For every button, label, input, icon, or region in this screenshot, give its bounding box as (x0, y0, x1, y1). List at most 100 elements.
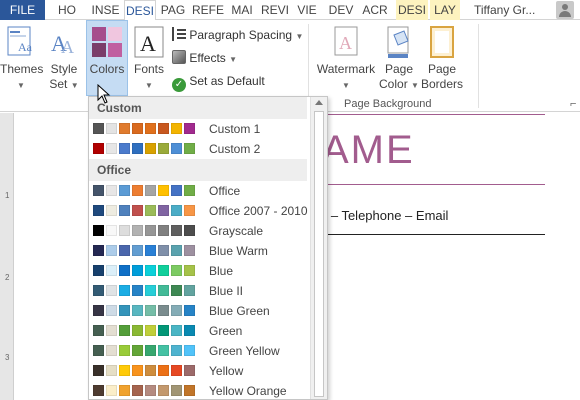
themes-icon: Aa (7, 26, 33, 56)
tab-page-layout[interactable]: PAG (158, 0, 188, 20)
page-borders-label-1: Page (427, 62, 457, 76)
checkmark-icon: ✓ (172, 78, 186, 92)
colors-dropdown: Custom Custom 1 Custom 2 Office Office Office… (88, 96, 328, 400)
color-swatch (158, 305, 169, 316)
color-swatch (171, 265, 182, 276)
document-heading[interactable]: AME (322, 128, 415, 173)
color-swatch (93, 185, 104, 196)
color-scheme-item[interactable]: Office (89, 181, 307, 201)
ruler-mark: 1 (5, 191, 10, 200)
color-swatch (171, 305, 182, 316)
color-swatch (132, 285, 143, 296)
color-scheme-item[interactable]: Blue II (89, 281, 307, 301)
tab-design[interactable]: DESI (124, 0, 156, 21)
chevron-down-icon: ▼ (17, 81, 25, 90)
color-swatch (119, 385, 130, 396)
tab-acrobat[interactable]: ACR (360, 0, 390, 20)
set-as-default-label: Set as Default (189, 74, 265, 88)
style-set-button[interactable]: A A Style Set ▼ (44, 22, 84, 93)
tab-table-design[interactable]: DESI (396, 0, 428, 20)
fonts-button[interactable]: A Fonts ▼ (130, 22, 168, 93)
color-swatch (119, 123, 130, 134)
section-header: Office (89, 159, 307, 181)
color-swatch (171, 205, 182, 216)
color-swatch (158, 143, 169, 154)
color-swatch (119, 245, 130, 256)
color-swatch (93, 245, 104, 256)
color-swatch (184, 143, 195, 154)
watermark-label: Watermark (316, 62, 376, 76)
color-swatch (106, 225, 117, 236)
avatar[interactable] (556, 1, 574, 19)
color-scheme-item[interactable]: Grayscale (89, 221, 307, 241)
color-swatch (106, 365, 117, 376)
color-scheme-item[interactable]: Custom 2 (89, 139, 307, 159)
tab-file[interactable]: FILE (0, 0, 45, 20)
tab-review[interactable]: REVI (259, 0, 291, 20)
paragraph-spacing-button[interactable]: Paragraph Spacing ▼ (172, 25, 303, 45)
page-color-button[interactable]: Page Color ▼ (379, 22, 419, 93)
color-swatch (93, 285, 104, 296)
color-scheme-item[interactable]: Blue Warm (89, 241, 307, 261)
color-swatch (184, 345, 195, 356)
effects-icon (172, 50, 186, 64)
color-swatch (119, 345, 130, 356)
color-scheme-item[interactable]: Green Yellow (89, 341, 307, 361)
color-scheme-item[interactable]: Blue (89, 261, 307, 281)
scroll-up-icon[interactable] (315, 100, 323, 105)
chevron-down-icon: ▼ (411, 81, 419, 90)
themes-label: Themes (0, 62, 44, 76)
color-swatch (145, 205, 156, 216)
color-swatch (93, 345, 104, 356)
scrollbar[interactable] (310, 97, 327, 399)
set-as-default-button[interactable]: ✓ Set as Default (172, 71, 265, 92)
expand-icon[interactable]: ⌐ (570, 98, 576, 110)
color-swatch (132, 345, 143, 356)
color-scheme-item[interactable]: Green (89, 321, 307, 341)
color-swatch (132, 143, 143, 154)
tab-insert[interactable]: INSE (89, 0, 122, 20)
color-swatch (132, 365, 143, 376)
page-color-label-2: Color ▼ (379, 77, 419, 91)
color-scheme-item[interactable]: Yellow Orange (89, 381, 307, 399)
color-scheme-item[interactable]: Blue Green (89, 301, 307, 321)
color-scheme-item[interactable]: Office 2007 - 2010 (89, 201, 308, 221)
color-swatch (184, 325, 195, 336)
color-swatch (145, 285, 156, 296)
color-swatch (171, 245, 182, 256)
chevron-down-icon: ▼ (229, 55, 238, 64)
color-swatch (145, 185, 156, 196)
color-swatch (93, 265, 104, 276)
color-swatch (145, 123, 156, 134)
chevron-down-icon: ▼ (342, 81, 350, 90)
color-scheme-item[interactable]: Yellow (89, 361, 307, 381)
page-borders-icon (430, 26, 454, 58)
tab-view[interactable]: VIE (293, 0, 321, 20)
color-swatch (93, 143, 104, 154)
color-swatch (132, 385, 143, 396)
tab-developer[interactable]: DEV (326, 0, 356, 20)
color-swatch (93, 305, 104, 316)
color-scheme-item[interactable]: Custom 1 (89, 119, 307, 139)
user-name[interactable]: Tiffany Gr... (474, 0, 535, 20)
tab-table-layout[interactable]: LAY (430, 0, 460, 20)
color-swatch (119, 205, 130, 216)
page-borders-button[interactable]: Page Borders (420, 22, 464, 92)
tab-mailings[interactable]: MAI (227, 0, 257, 20)
color-swatch (184, 305, 195, 316)
ruler-mark: 2 (5, 273, 10, 282)
color-swatch (171, 385, 182, 396)
contact-rule (300, 234, 545, 235)
color-swatch (158, 245, 169, 256)
effects-button[interactable]: Effects ▼ (172, 48, 237, 68)
heading-rule (300, 184, 545, 185)
watermark-button[interactable]: A Watermark ▼ (313, 22, 379, 93)
color-scheme-name: Custom 1 (209, 122, 261, 136)
scroll-thumb[interactable] (314, 111, 324, 397)
tab-references[interactable]: REFE (191, 0, 225, 20)
svg-text:A: A (140, 31, 156, 56)
document-contact-line[interactable]: e – Telephone – Email (320, 208, 448, 223)
tab-home[interactable]: HO (52, 0, 82, 20)
themes-button[interactable]: Aa Themes ▼ (0, 22, 44, 93)
color-scheme-name: Office 2007 - 2010 (209, 204, 308, 218)
